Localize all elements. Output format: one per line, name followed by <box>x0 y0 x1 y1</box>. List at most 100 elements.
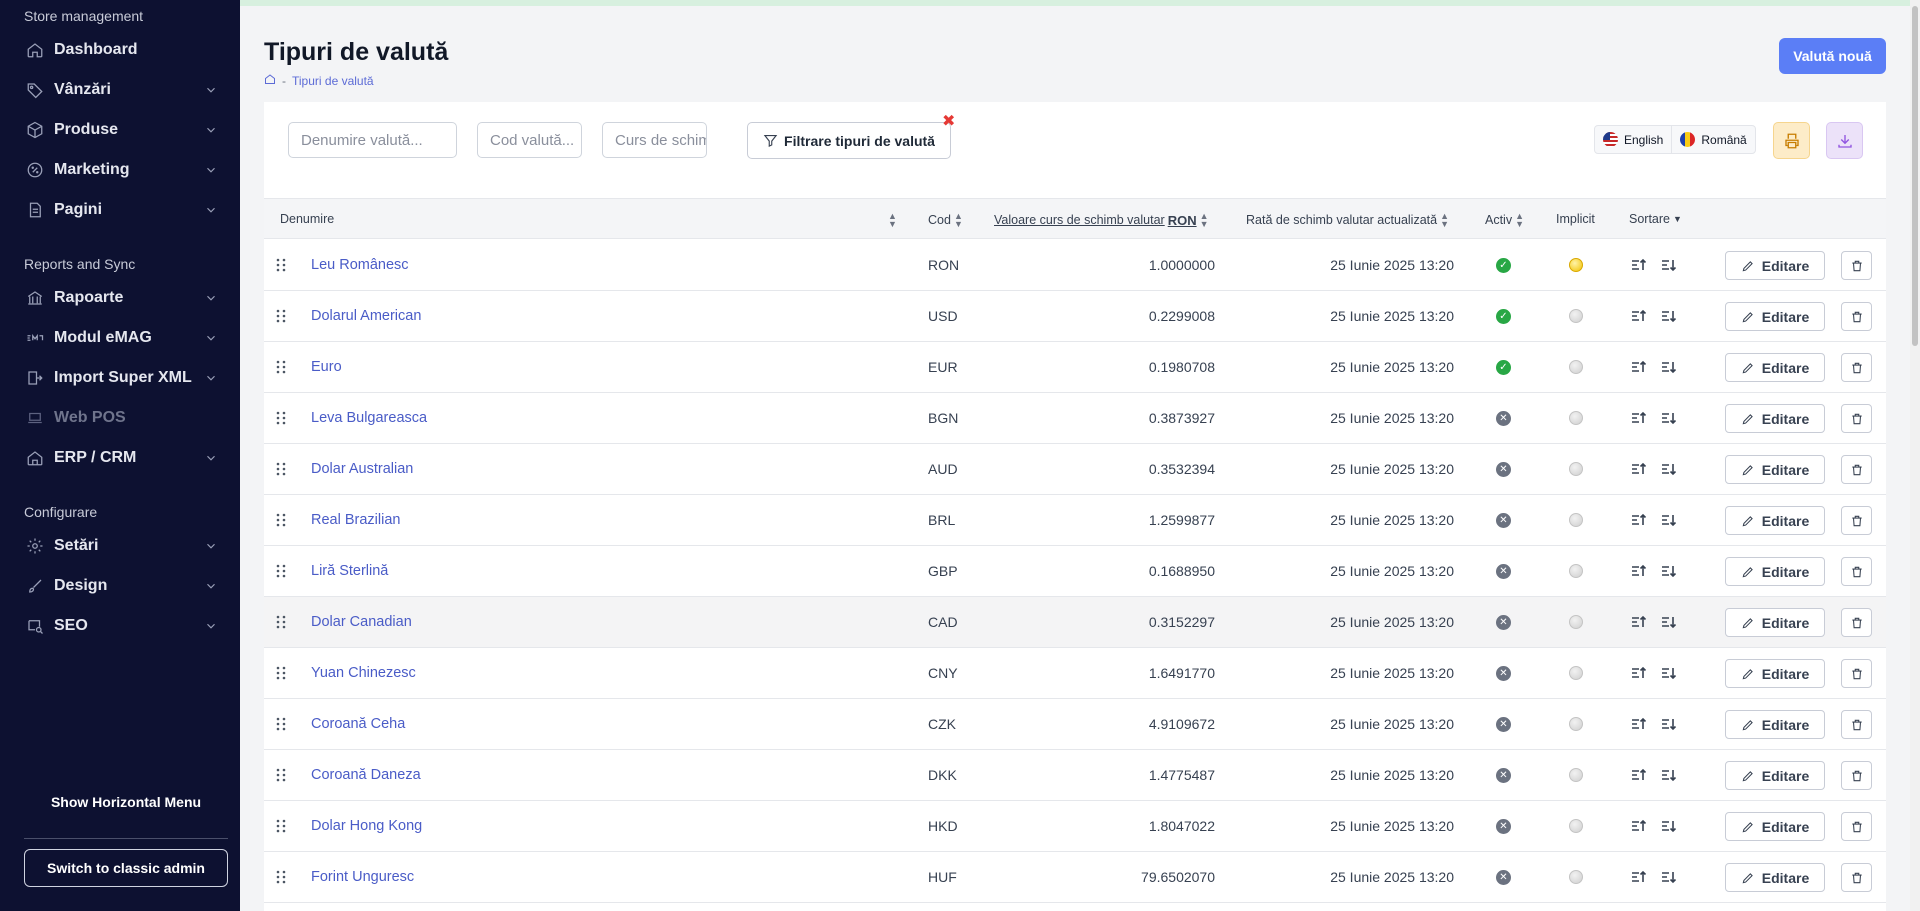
currency-name-link[interactable]: Dolar Canadian <box>311 597 412 647</box>
sort-up-icon[interactable] <box>1631 615 1647 629</box>
currency-name-link[interactable]: Coroană Ceha <box>311 699 405 749</box>
delete-button[interactable] <box>1841 557 1872 586</box>
sidebar-item-seo[interactable]: SEO <box>0 606 240 646</box>
active-status[interactable]: ✓ <box>1496 342 1512 392</box>
sort-name-icon[interactable]: ▲ ▼ <box>888 212 897 229</box>
language-english[interactable]: English <box>1595 126 1671 153</box>
sort-up-icon[interactable] <box>1631 462 1647 476</box>
sort-down-icon[interactable] <box>1661 666 1677 680</box>
sidebar-item-products[interactable]: Produse <box>0 110 240 150</box>
delete-button[interactable] <box>1841 608 1872 637</box>
delete-button[interactable] <box>1841 353 1872 382</box>
active-status[interactable]: ✕ <box>1496 699 1512 749</box>
delete-button[interactable] <box>1841 761 1872 790</box>
sort-down-icon[interactable] <box>1661 513 1677 527</box>
show-horizontal-menu-link[interactable]: Show Horizontal Menu <box>24 794 228 810</box>
currency-name-link[interactable]: Leva Bulgareasca <box>311 393 427 443</box>
drag-handle-icon[interactable] <box>275 393 289 443</box>
edit-button[interactable]: Editare <box>1725 659 1825 688</box>
currency-code-filter[interactable]: Cod valută... <box>477 122 582 158</box>
currency-name-link[interactable]: Dolarul American <box>311 291 421 341</box>
drag-handle-icon[interactable] <box>275 801 289 851</box>
sort-down-icon[interactable] <box>1661 564 1677 578</box>
drag-handle-icon[interactable] <box>275 240 289 290</box>
sort-up-icon[interactable] <box>1631 309 1647 323</box>
drag-handle-icon[interactable] <box>275 750 289 800</box>
column-header-name[interactable]: Denumire <box>280 212 334 226</box>
sort-down-icon[interactable] <box>1661 309 1677 323</box>
sort-up-icon[interactable] <box>1631 666 1647 680</box>
sort-up-icon[interactable] <box>1631 717 1647 731</box>
active-status[interactable]: ✕ <box>1496 444 1512 494</box>
column-header-active[interactable]: Activ ▲ ▼ <box>1485 212 1524 229</box>
currency-name-link[interactable]: Dolar Hong Kong <box>311 801 422 851</box>
drag-handle-icon[interactable] <box>275 495 289 545</box>
column-header-code[interactable]: Cod ▲ ▼ <box>928 212 963 229</box>
currency-name-link[interactable]: Liră Sterlină <box>311 546 388 596</box>
default-indicator[interactable] <box>1569 240 1585 290</box>
currency-name-link[interactable]: Leu Românesc <box>311 240 409 290</box>
default-indicator[interactable] <box>1569 648 1585 698</box>
sidebar-item-pages[interactable]: Pagini <box>0 190 240 230</box>
active-status[interactable]: ✕ <box>1496 597 1512 647</box>
drag-handle-icon[interactable] <box>275 291 289 341</box>
sidebar-item-design[interactable]: Design <box>0 566 240 606</box>
currency-name-filter[interactable]: Denumire valută... <box>288 122 457 158</box>
sort-up-icon[interactable] <box>1631 360 1647 374</box>
default-indicator[interactable] <box>1569 291 1585 341</box>
sort-down-icon[interactable] <box>1661 819 1677 833</box>
default-indicator[interactable] <box>1569 393 1585 443</box>
default-indicator[interactable] <box>1569 699 1585 749</box>
home-icon[interactable] <box>264 73 276 88</box>
default-indicator[interactable] <box>1569 852 1585 902</box>
edit-button[interactable]: Editare <box>1725 251 1825 280</box>
currency-name-link[interactable]: Forint Unguresc <box>311 852 414 902</box>
edit-button[interactable]: Editare <box>1725 506 1825 535</box>
drag-handle-icon[interactable] <box>275 852 289 902</box>
delete-button[interactable] <box>1841 455 1872 484</box>
sort-up-icon[interactable] <box>1631 870 1647 884</box>
sidebar-item-web-pos[interactable]: Web POS <box>0 398 240 438</box>
default-indicator[interactable] <box>1569 750 1585 800</box>
sort-up-icon[interactable] <box>1631 258 1647 272</box>
currency-name-link[interactable]: Dolar Australian <box>311 444 413 494</box>
edit-button[interactable]: Editare <box>1725 353 1825 382</box>
delete-button[interactable] <box>1841 251 1872 280</box>
drag-handle-icon[interactable] <box>275 546 289 596</box>
active-status[interactable]: ✓ <box>1496 291 1512 341</box>
delete-button[interactable] <box>1841 710 1872 739</box>
delete-button[interactable] <box>1841 506 1872 535</box>
currency-name-link[interactable]: Euro <box>311 342 342 392</box>
delete-button[interactable] <box>1841 659 1872 688</box>
column-header-sort[interactable]: Sortare ▼ <box>1629 212 1682 226</box>
edit-button[interactable]: Editare <box>1725 761 1825 790</box>
sort-down-icon[interactable] <box>1661 258 1677 272</box>
column-header-updated[interactable]: Rată de schimb valutar actualizată ▲ ▼ <box>1246 212 1449 229</box>
active-status[interactable]: ✕ <box>1496 495 1512 545</box>
breadcrumb-current[interactable]: Tipuri de valută <box>292 74 374 88</box>
currency-name-link[interactable]: Real Brazilian <box>311 495 400 545</box>
active-status[interactable]: ✓ <box>1496 240 1512 290</box>
language-romanian[interactable]: Română <box>1671 126 1754 153</box>
sort-up-icon[interactable] <box>1631 768 1647 782</box>
default-indicator[interactable] <box>1569 495 1585 545</box>
sort-down-icon[interactable] <box>1661 717 1677 731</box>
filter-currencies-button[interactable]: Filtrare tipuri de valută <box>747 122 951 159</box>
new-currency-button[interactable]: Valută nouă <box>1779 38 1886 74</box>
edit-button[interactable]: Editare <box>1725 404 1825 433</box>
exchange-rate-filter[interactable]: Curs de schimb <box>602 122 707 158</box>
sort-down-icon[interactable] <box>1661 411 1677 425</box>
download-button[interactable] <box>1826 122 1863 159</box>
column-header-rate[interactable]: Valoare curs de schimb valutar RON ▲ ▼ <box>994 212 1209 229</box>
switch-classic-admin-button[interactable]: Switch to classic admin <box>24 849 228 887</box>
default-indicator[interactable] <box>1569 444 1585 494</box>
sidebar-item-settings[interactable]: Setări <box>0 526 240 566</box>
edit-button[interactable]: Editare <box>1725 812 1825 841</box>
edit-button[interactable]: Editare <box>1725 455 1825 484</box>
sort-down-icon[interactable] <box>1661 870 1677 884</box>
delete-button[interactable] <box>1841 863 1872 892</box>
drag-handle-icon[interactable] <box>275 444 289 494</box>
sidebar-item-dashboard[interactable]: Dashboard <box>0 30 240 70</box>
edit-button[interactable]: Editare <box>1725 608 1825 637</box>
delete-button[interactable] <box>1841 404 1872 433</box>
